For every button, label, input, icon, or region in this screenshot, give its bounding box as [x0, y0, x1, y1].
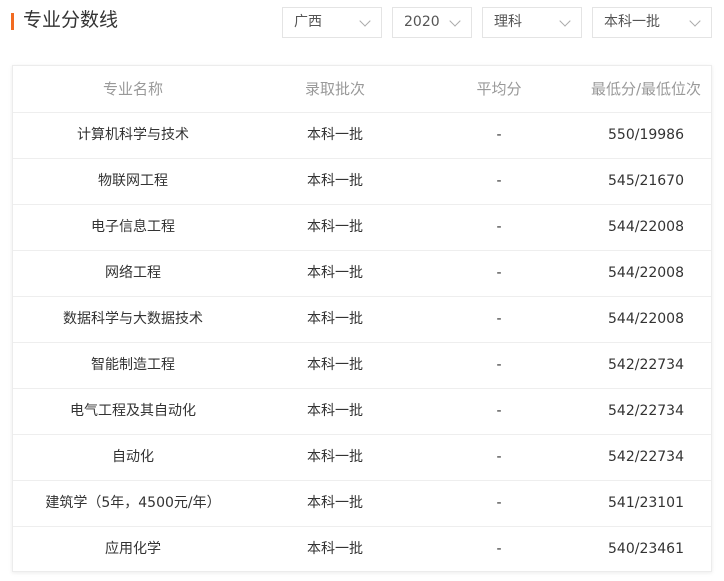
admission-batch: 本科一批	[307, 541, 363, 557]
average-score: -	[496, 541, 502, 557]
section-header: 专业分数线 广西 2020 理科 本科一批	[0, 0, 724, 44]
major-name: 物联网工程	[98, 173, 168, 189]
min-score-rank: 540/23461	[608, 541, 684, 557]
major-name: 智能制造工程	[91, 357, 175, 373]
average-score: -	[496, 127, 502, 143]
column-header-major: 专业名称	[102, 80, 163, 98]
average-score: -	[496, 311, 502, 327]
table-row: 物联网工程 本科一批 - 545/21670	[13, 158, 711, 205]
chevron-down-icon	[689, 15, 701, 27]
table-row: 数据科学与大数据技术 本科一批 - 544/22008	[13, 296, 711, 343]
admission-batch: 本科一批	[307, 403, 363, 419]
major-name: 应用化学	[105, 541, 161, 557]
table-row: 建筑学（5年，4500元/年） 本科一批 - 541/23101	[13, 480, 711, 527]
column-header-average: 平均分	[476, 80, 522, 98]
table-row: 应用化学 本科一批 - 540/23461	[13, 526, 711, 572]
admission-batch: 本科一批	[307, 173, 363, 189]
major-name: 自动化	[112, 449, 154, 465]
min-score-rank: 544/22008	[608, 311, 684, 327]
table-row: 自动化 本科一批 - 542/22734	[13, 434, 711, 481]
average-score: -	[496, 495, 502, 511]
table-row: 电子信息工程 本科一批 - 544/22008	[13, 204, 711, 251]
batch-select-value: 本科一批	[604, 14, 660, 30]
major-name: 计算机科学与技术	[77, 127, 189, 143]
average-score: -	[496, 357, 502, 373]
subject-select-value: 理科	[494, 14, 522, 30]
score-table: 专业名称 录取批次 平均分 最低分/最低位次 计算机科学与技术 本科一批 - 5…	[12, 65, 712, 572]
admission-batch: 本科一批	[307, 311, 363, 327]
table-row: 智能制造工程 本科一批 - 542/22734	[13, 342, 711, 389]
average-score: -	[496, 449, 502, 465]
major-name: 网络工程	[105, 265, 161, 281]
admission-batch: 本科一批	[307, 127, 363, 143]
min-score-rank: 542/22734	[608, 403, 684, 419]
major-name: 数据科学与大数据技术	[63, 311, 203, 327]
province-select[interactable]: 广西	[282, 7, 382, 38]
min-score-rank: 542/22734	[608, 449, 684, 465]
chevron-down-icon	[559, 15, 571, 27]
average-score: -	[496, 403, 502, 419]
min-score-rank: 544/22008	[608, 265, 684, 281]
min-score-rank: 550/19986	[608, 127, 684, 143]
chevron-down-icon	[449, 15, 461, 27]
year-select-value: 2020	[404, 14, 440, 30]
table-header-row: 专业名称 录取批次 平均分 最低分/最低位次	[13, 66, 711, 113]
column-header-min-score-rank: 最低分/最低位次	[590, 80, 702, 98]
table-row: 网络工程 本科一批 - 544/22008	[13, 250, 711, 297]
average-score: -	[496, 219, 502, 235]
major-name: 电气工程及其自动化	[70, 403, 196, 419]
admission-batch: 本科一批	[307, 219, 363, 235]
province-select-value: 广西	[294, 14, 322, 30]
average-score: -	[496, 265, 502, 281]
admission-batch: 本科一批	[307, 357, 363, 373]
min-score-rank: 544/22008	[608, 219, 684, 235]
min-score-rank: 545/21670	[608, 173, 684, 189]
title-accent-bar	[11, 13, 14, 30]
page-title: 专业分数线	[23, 9, 119, 31]
admission-batch: 本科一批	[307, 495, 363, 511]
table-row: 计算机科学与技术 本科一批 - 550/19986	[13, 112, 711, 159]
admission-batch: 本科一批	[307, 449, 363, 465]
major-name: 建筑学（5年，4500元/年）	[45, 495, 221, 511]
year-select[interactable]: 2020	[392, 7, 472, 38]
subject-select[interactable]: 理科	[482, 7, 582, 38]
batch-select[interactable]: 本科一批	[592, 7, 712, 38]
major-name: 电子信息工程	[91, 219, 175, 235]
table-row: 电气工程及其自动化 本科一批 - 542/22734	[13, 388, 711, 435]
min-score-rank: 541/23101	[608, 495, 684, 511]
admission-batch: 本科一批	[307, 265, 363, 281]
column-header-batch: 录取批次	[304, 80, 365, 98]
min-score-rank: 542/22734	[608, 357, 684, 373]
chevron-down-icon	[359, 15, 371, 27]
average-score: -	[496, 173, 502, 189]
